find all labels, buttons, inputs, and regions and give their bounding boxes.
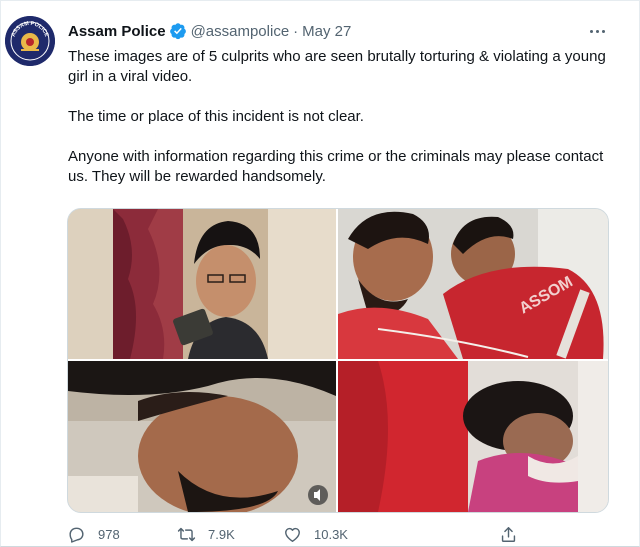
tweet-text: These images are of 5 culprits who are s… <box>68 47 608 207</box>
retweet-icon <box>177 527 196 542</box>
retweet-count: 7.9K <box>208 527 235 542</box>
retweet-button[interactable]: 7.9K <box>177 525 235 544</box>
culprit-photo-1[interactable] <box>68 209 336 359</box>
reply-button[interactable]: 978 <box>67 525 120 544</box>
like-icon <box>285 527 300 542</box>
tweet-paragraph-2: The time or place of this incident is no… <box>68 108 364 125</box>
separator-dot: · <box>293 22 299 40</box>
tweet-header: Assam Police @assampolice · May 27 <box>68 19 351 43</box>
verified-badge-icon <box>169 23 186 40</box>
tweet-actions: 978 7.9K 10.3K <box>67 525 537 547</box>
media-grid[interactable]: ASSOM <box>67 208 609 513</box>
tweet-date[interactable]: May 27 <box>302 23 351 40</box>
avatar[interactable]: ASSAM POLICE <box>5 16 55 66</box>
share-button[interactable] <box>499 525 530 544</box>
display-name[interactable]: Assam Police <box>68 23 166 40</box>
handle[interactable]: @assampolice <box>191 23 290 40</box>
culprit-photo-2[interactable]: ASSOM <box>338 209 608 359</box>
tweet-paragraph-1: These images are of 5 culprits who are s… <box>68 48 606 85</box>
tweet-paragraph-3: Anyone with information regarding this c… <box>68 148 604 185</box>
tweet-card[interactable]: ASSAM POLICE Assam Police @assampolice ·… <box>0 0 640 547</box>
culprit-photo-3[interactable] <box>68 361 336 512</box>
reply-icon <box>69 527 84 543</box>
reply-count: 978 <box>98 527 120 542</box>
like-count: 10.3K <box>314 527 348 542</box>
share-icon <box>501 527 516 542</box>
like-button[interactable]: 10.3K <box>283 525 348 544</box>
culprit-photo-4[interactable] <box>338 361 608 512</box>
more-options-icon[interactable] <box>583 21 611 41</box>
